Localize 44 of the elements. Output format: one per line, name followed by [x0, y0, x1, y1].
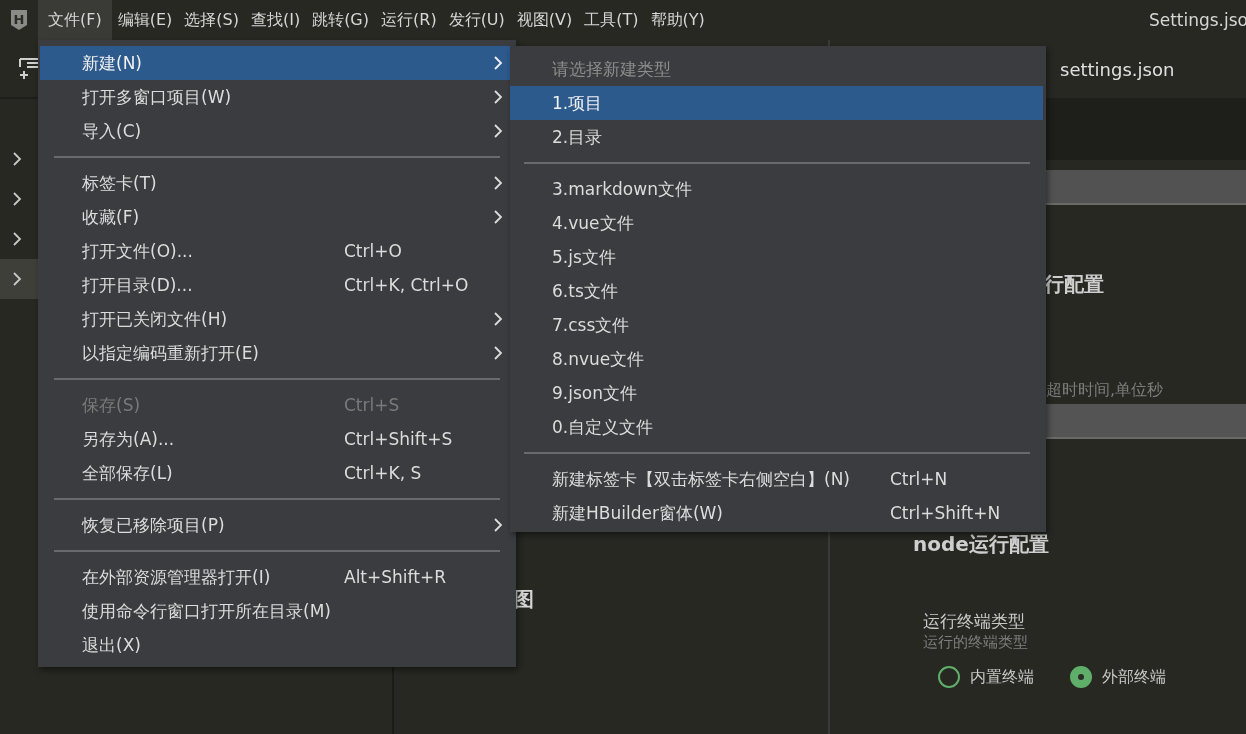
- menu-item-label: 全部保存(L): [82, 461, 174, 485]
- section-heading: node运行配置: [912, 531, 1050, 558]
- menu-item-label: 0.自定义文件: [552, 415, 655, 439]
- menu-item-label: 另存为(A)...: [82, 427, 176, 451]
- menu-item-label: 收藏(F): [82, 205, 141, 229]
- menu-header: 请选择新建类型: [551, 57, 672, 81]
- setting-label: 运行终端类型: [922, 610, 1026, 633]
- menu-item-label: 打开目录(D)...: [82, 273, 194, 297]
- menu-item-label: 以指定编码重新打开(E): [82, 341, 260, 365]
- menu-item-label: 2.目录: [552, 125, 604, 149]
- menu-item-label: 6.ts文件: [552, 279, 619, 303]
- shortcut-label: Ctrl+K, Ctrl+O: [344, 275, 470, 295]
- menu-item-label: 3.markdown文件: [552, 177, 693, 201]
- shortcut-label: Ctrl+S: [344, 395, 401, 415]
- radio-label: 内置终端: [970, 666, 1034, 688]
- menu-item-label: 打开多窗口项目(W): [82, 85, 233, 109]
- menu-item-label: 7.css文件: [552, 313, 631, 337]
- shortcut-label: Ctrl+K, S: [344, 463, 423, 483]
- menu-item-label: 在外部资源管理器打开(I): [82, 565, 272, 589]
- menu-item-label: 打开已关闭文件(H): [82, 307, 229, 331]
- shortcut-label: Ctrl+Shift+S: [344, 429, 454, 449]
- menu-item-label: 退出(X): [82, 633, 142, 657]
- menu-item-label: 5.js文件: [552, 245, 617, 269]
- shortcut-label: Ctrl+O: [344, 241, 403, 261]
- menu-item-label: 标签卡(T): [82, 171, 158, 195]
- menu-item-label: 保存(S): [82, 393, 142, 417]
- setting-description: 运行的终端类型: [922, 633, 1029, 652]
- shortcut-label: Alt+Shift+R: [344, 567, 447, 587]
- menu-item-label: 打开文件(O)...: [82, 239, 194, 263]
- setting-description: 超时时间,单位秒: [1045, 380, 1165, 401]
- menu-item-label: 使用命令行窗口打开所在目录(M): [82, 599, 332, 623]
- menu-item-label: 8.nvue文件: [552, 347, 646, 371]
- radio-label: 外部终端: [1102, 666, 1166, 688]
- menu-item-label: 新建标签卡【双击标签卡右侧空白】(N): [552, 467, 851, 491]
- menu-item-label: 恢复已移除项目(P): [82, 513, 226, 537]
- menu-item-label: 4.vue文件: [552, 211, 635, 235]
- menu-item-label: 导入(C): [82, 119, 143, 143]
- shortcut-label: Ctrl+N: [890, 469, 949, 489]
- menu-item-label: 1.项目: [552, 91, 604, 115]
- menu-item-label: 新建(N): [82, 51, 143, 75]
- menu-item-label: 9.json文件: [552, 381, 638, 405]
- shortcut-label: Ctrl+Shift+N: [890, 503, 1002, 523]
- app-logo: H: [0, 0, 38, 40]
- menu-item-label: 新建HBuilder窗体(W): [552, 501, 724, 525]
